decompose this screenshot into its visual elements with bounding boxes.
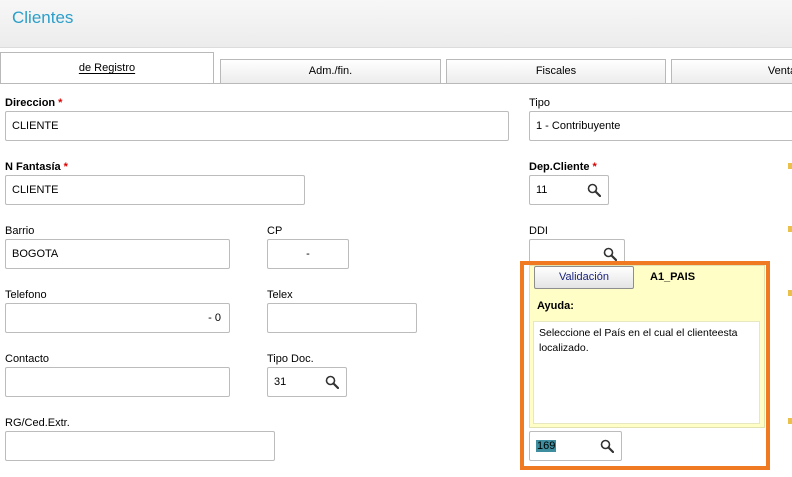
tab-fiscales[interactable]: Fiscales xyxy=(446,59,666,83)
selected-text: 169 xyxy=(536,440,557,452)
rg-ced-label: RG/Ced.Extr. xyxy=(5,417,70,429)
field-code: A1_PAIS xyxy=(650,271,696,283)
telex-label: Telex xyxy=(267,289,293,301)
column-edge xyxy=(788,226,792,232)
tab-label: de Registro xyxy=(78,62,136,74)
tab-bar: de Registro Adm./fin. Fiscales Venta xyxy=(0,50,792,84)
tab-venta[interactable]: Venta xyxy=(671,59,792,83)
tipo-doc-label: Tipo Doc. xyxy=(267,353,314,365)
n-fantasia-label: N Fantasía * xyxy=(5,161,68,173)
tipo-doc-input[interactable]: 31 xyxy=(267,367,347,397)
tipo-doc-value: 31 xyxy=(274,376,287,388)
pais-input[interactable]: 169 xyxy=(529,431,622,461)
n-fantasia-input[interactable]: CLIENTE xyxy=(5,175,305,205)
pais-value: 169 xyxy=(536,432,557,460)
required-marker: * xyxy=(63,161,68,173)
column-edge xyxy=(788,163,792,169)
help-text: Seleccione el País en el cual el cliente… xyxy=(533,321,760,424)
barrio-value: BOGOTA xyxy=(12,248,59,260)
direccion-value: CLIENTE xyxy=(12,120,59,132)
tipo-value: 1 - Contribuyente xyxy=(536,120,621,132)
cp-input[interactable]: - xyxy=(267,239,349,269)
tab-divider xyxy=(0,83,792,84)
required-marker: * xyxy=(592,161,597,173)
search-icon[interactable] xyxy=(603,247,617,261)
rg-ced-input[interactable] xyxy=(5,431,275,461)
column-edge xyxy=(788,418,792,424)
tab-label: Adm./fin. xyxy=(308,65,353,77)
ddi-label: DDI xyxy=(529,225,548,237)
window-header: Clientes xyxy=(0,0,792,48)
tab-de-registro[interactable]: de Registro xyxy=(0,52,214,84)
tab-adm-fin[interactable]: Adm./fin. xyxy=(220,59,441,83)
dep-cliente-label: Dep.Cliente * xyxy=(529,161,597,173)
tipo-select[interactable]: 1 - Contribuyente xyxy=(529,111,792,141)
search-icon[interactable] xyxy=(587,183,601,197)
help-title: Ayuda: xyxy=(537,300,574,312)
cp-label: CP xyxy=(267,225,283,237)
validacion-button[interactable]: Validación xyxy=(534,266,634,289)
barrio-label: Barrio xyxy=(5,225,35,237)
n-fantasia-value: CLIENTE xyxy=(12,184,59,196)
column-edge xyxy=(788,290,792,296)
tab-label: Venta xyxy=(767,65,792,77)
direccion-input[interactable]: CLIENTE xyxy=(5,111,509,141)
dep-cliente-input[interactable]: 11 xyxy=(529,175,609,205)
dep-cliente-value: 11 xyxy=(536,184,548,196)
direccion-label: Direccion * xyxy=(5,97,63,109)
page-title: Clientes xyxy=(12,8,74,27)
tipo-label: Tipo xyxy=(529,97,550,109)
telefono-label: Telefono xyxy=(5,289,47,301)
contacto-input[interactable] xyxy=(5,367,230,397)
contacto-label: Contacto xyxy=(5,353,50,365)
telex-input[interactable] xyxy=(267,303,417,333)
barrio-input[interactable]: BOGOTA xyxy=(5,239,230,269)
telefono-input[interactable]: - 0 xyxy=(5,303,230,333)
search-icon[interactable] xyxy=(600,439,614,453)
cp-value: - xyxy=(306,248,310,260)
search-icon[interactable] xyxy=(325,375,339,389)
telefono-value: - 0 xyxy=(208,312,221,324)
tab-label: Fiscales xyxy=(535,65,577,77)
required-marker: * xyxy=(58,97,63,109)
